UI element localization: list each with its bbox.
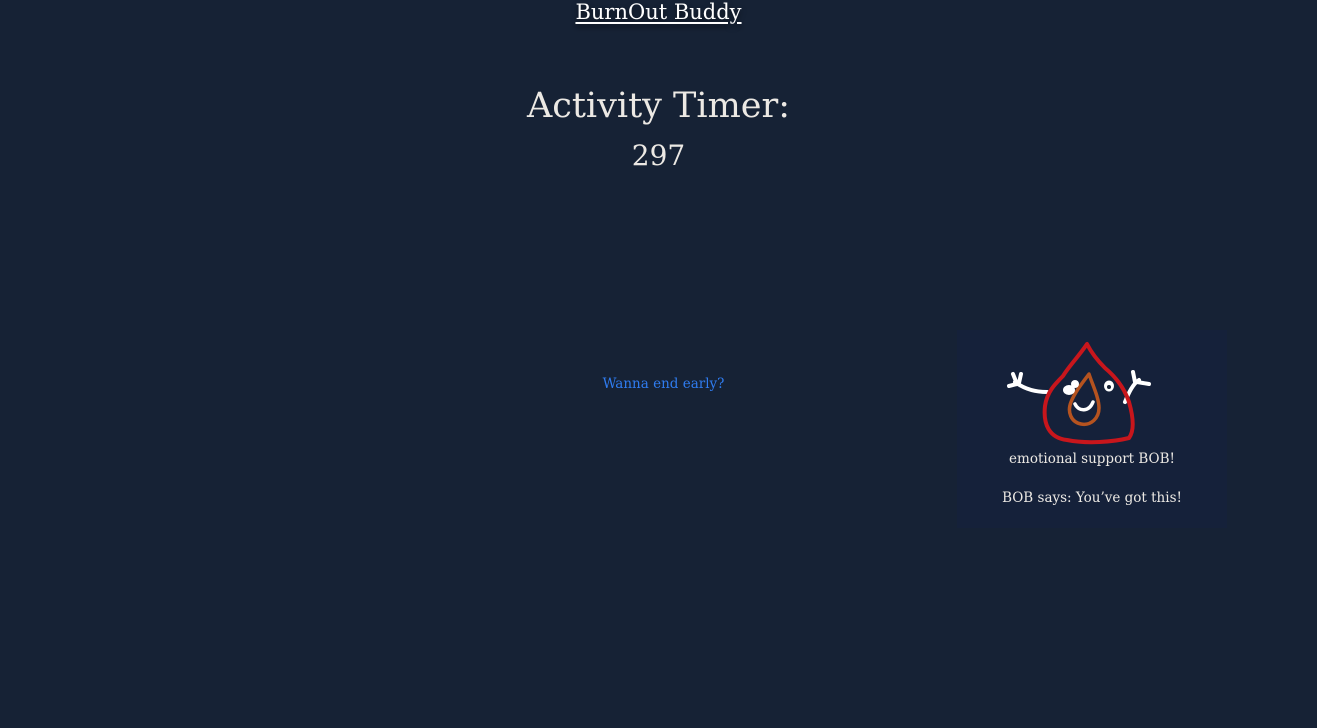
timer-value: 297	[631, 139, 686, 172]
timer-title: Activity Timer:	[526, 86, 791, 126]
brand-link[interactable]: BurnOut Buddy	[0, 0, 1317, 26]
bob-caption: emotional support BOB!	[1009, 451, 1175, 467]
bob-message: BOB says: You’ve got this!	[1002, 490, 1182, 506]
bob-card: emotional support BOB! BOB says: You’ve …	[957, 330, 1227, 528]
bob-flame-icon	[1007, 342, 1151, 445]
